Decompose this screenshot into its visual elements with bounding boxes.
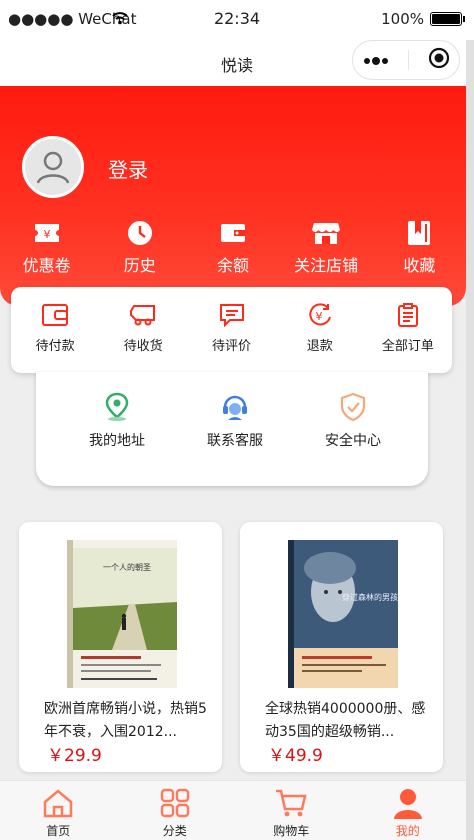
order-pending-payment[interactable]: 待付款 bbox=[11, 303, 99, 373]
order-status-card: 待付款 待收货 待评价 ¥ 退款 全部订单 bbox=[11, 287, 452, 373]
tab-mine[interactable]: 我的 bbox=[350, 781, 467, 840]
svg-text:¥: ¥ bbox=[43, 228, 50, 241]
service-card: 我的地址 联系客服 安全中心 bbox=[36, 372, 428, 486]
truck-icon bbox=[130, 305, 156, 326]
service-address[interactable]: 我的地址 bbox=[58, 392, 176, 486]
product-price: ￥49.9 bbox=[268, 746, 323, 766]
service-label: 我的地址 bbox=[89, 433, 145, 449]
coupon-icon: ¥ bbox=[34, 224, 59, 242]
tab-label: 我的 bbox=[395, 824, 420, 838]
status-bar: ●●●●● WeChat 22:34 100% bbox=[0, 0, 474, 40]
svg-text:¥: ¥ bbox=[315, 310, 322, 323]
shield-icon bbox=[340, 392, 366, 422]
service-label: 联系客服 bbox=[207, 433, 263, 449]
battery-icon bbox=[430, 12, 465, 26]
scrollbar[interactable] bbox=[466, 40, 474, 840]
tab-bar: 首页 分类 购物车 我的 bbox=[0, 780, 466, 840]
order-label: 待评价 bbox=[212, 339, 252, 354]
product-title: 全球热销4000000册、感动35国的超级畅销... bbox=[265, 701, 426, 740]
order-label: 待付款 bbox=[35, 339, 75, 354]
service-security-center[interactable]: 安全中心 bbox=[294, 392, 412, 486]
clock-icon bbox=[127, 221, 152, 245]
cart-icon bbox=[276, 789, 307, 817]
quick-link-balance[interactable]: 余额 bbox=[186, 220, 279, 276]
service-label: 安全中心 bbox=[325, 433, 381, 449]
order-pending-receipt[interactable]: 待收货 bbox=[99, 303, 187, 373]
quick-link-label: 余额 bbox=[216, 256, 249, 275]
service-customer-support[interactable]: 联系客服 bbox=[176, 392, 294, 486]
product-card[interactable]: 穿过森林的男孩 全球热销4000000册、感动35国的超级畅销... ￥49.9 bbox=[240, 522, 443, 772]
tab-category[interactable]: 分类 bbox=[117, 781, 234, 840]
headset-icon bbox=[223, 395, 247, 420]
quick-links: ¥ 优惠卷 历史 余额 关注店铺 收藏 bbox=[0, 220, 466, 276]
quick-link-label: 优惠卷 bbox=[22, 256, 71, 275]
more-icon[interactable] bbox=[363, 51, 389, 70]
quick-link-coupon[interactable]: ¥ 优惠卷 bbox=[0, 220, 93, 276]
wallet-icon bbox=[220, 224, 245, 242]
book-cover-title: 一个人的朝圣 bbox=[103, 562, 151, 572]
order-label: 全部订单 bbox=[381, 339, 434, 354]
order-refund[interactable]: ¥ 退款 bbox=[276, 303, 364, 373]
book-cover: 一个人的朝圣 bbox=[67, 540, 177, 688]
order-label: 待收货 bbox=[123, 339, 163, 354]
nav-bar: 悦读 bbox=[0, 40, 474, 86]
quick-link-label: 收藏 bbox=[403, 256, 436, 275]
grid-icon bbox=[160, 788, 189, 818]
mini-program-capsule bbox=[352, 40, 460, 80]
tab-label: 购物车 bbox=[273, 824, 310, 838]
store-icon bbox=[312, 223, 341, 244]
comment-icon bbox=[219, 304, 244, 327]
avatar[interactable] bbox=[22, 136, 84, 198]
login-button[interactable]: 登录 bbox=[108, 154, 148, 183]
quick-link-followed-stores[interactable]: 关注店铺 bbox=[280, 220, 373, 276]
order-label: 退款 bbox=[306, 339, 333, 354]
product-card[interactable]: 一个人的朝圣 欧洲首席畅销小说，热销5年不衰，入围2012... ￥29.9 bbox=[19, 522, 222, 772]
quick-link-label: 历史 bbox=[123, 256, 156, 275]
clipboard-icon bbox=[397, 303, 418, 327]
bookmark-icon bbox=[408, 221, 431, 245]
book-cover-title: 穿过森林的男孩 bbox=[342, 592, 398, 602]
wallet-outline-icon bbox=[42, 304, 69, 326]
refund-icon: ¥ bbox=[309, 303, 331, 326]
product-title: 欧洲首席畅销小说，热销5年不衰，入围2012... bbox=[44, 701, 207, 740]
book-cover: 穿过森林的男孩 bbox=[288, 540, 398, 688]
quick-link-label: 关注店铺 bbox=[294, 256, 359, 275]
quick-link-favorites[interactable]: 收藏 bbox=[373, 220, 466, 276]
user-icon bbox=[393, 789, 422, 819]
order-all[interactable]: 全部订单 bbox=[364, 303, 452, 373]
tab-label: 分类 bbox=[162, 824, 187, 838]
location-icon bbox=[105, 392, 129, 421]
close-mini-program-icon[interactable] bbox=[428, 47, 450, 73]
order-pending-review[interactable]: 待评价 bbox=[187, 303, 275, 373]
tab-home[interactable]: 首页 bbox=[0, 781, 117, 840]
tab-label: 首页 bbox=[46, 824, 71, 838]
battery-percent: 100% bbox=[381, 10, 424, 28]
tab-cart[interactable]: 购物车 bbox=[233, 781, 350, 840]
quick-link-history[interactable]: 历史 bbox=[93, 220, 186, 276]
product-price: ￥29.9 bbox=[47, 746, 102, 766]
home-icon bbox=[44, 789, 73, 818]
